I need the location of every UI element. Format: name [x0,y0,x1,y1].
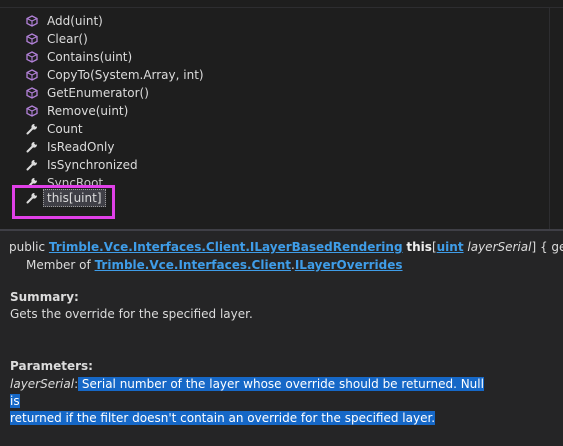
param-name: layerSerial [10,377,75,391]
list-item[interactable]: Remove(uint) [18,102,538,120]
window-top-edge [0,0,563,8]
list-item-label: CopyTo(System.Array, int) [47,68,204,82]
list-item[interactable]: GetEnumerator() [18,84,538,102]
quick-info-tooltip: public Trimble.Vce.Interfaces.Client.ILa… [0,231,563,446]
member-list-scrollbar[interactable] [549,8,563,230]
parameters-heading: Parameters: [10,359,93,373]
property-wrench-icon [26,141,38,153]
list-item-label: GetEnumerator() [47,86,149,100]
list-item-label: Contains(uint) [47,50,133,64]
signature-prefix: public [9,240,49,254]
list-item-label: Count [47,122,83,136]
method-cube-icon [26,105,38,117]
list-item-label: Clear() [47,32,88,46]
property-wrench-icon [28,177,38,185]
list-item[interactable]: IsSynchronized [18,156,538,174]
list-item-label: IsSynchronized [47,158,138,172]
summary-heading: Summary: [10,290,79,304]
list-item[interactable]: Contains(uint) [18,48,538,66]
list-item-selected[interactable]: this[uint] [18,189,538,207]
list-item[interactable]: Add(uint) [18,12,538,30]
param-line-1: layerSerial: Serial number of the layer … [10,376,490,410]
parameter-description: layerSerial: Serial number of the layer … [10,376,490,427]
property-wrench-icon [26,123,38,135]
method-cube-icon [26,69,38,81]
return-type-link[interactable]: Trimble.Vce.Interfaces.Client.ILayerBase… [49,240,403,254]
param-desc-selected-line1: Serial number of the layer whose overrid… [10,377,484,408]
property-wrench-icon [26,192,38,204]
namespace-link[interactable]: Trimble.Vce.Interfaces.Client [95,258,291,272]
param-type-link[interactable]: uint [437,240,464,254]
declaring-type-link[interactable]: ILayerOverrides [295,258,403,272]
list-item[interactable]: IsReadOnly [18,138,538,156]
list-item-label: this[uint] [43,189,106,207]
list-item-label: SyncRoot [47,176,104,185]
member-of-prefix: Member of [26,258,95,272]
method-cube-icon [26,33,38,45]
list-item[interactable]: Count [18,120,538,138]
method-cube-icon [26,15,38,27]
list-item[interactable]: Clear() [18,30,538,48]
member-name: this [406,240,432,254]
method-cube-icon [26,51,38,63]
property-wrench-icon [26,159,38,171]
completion-member-list: Add(uint) Clear() Contains(uint) CopyTo(… [18,12,538,207]
list-item-label: IsReadOnly [47,140,115,154]
summary-text: Gets the override for the specified laye… [10,307,253,321]
param-line-2: returned if the filter doesn't contain a… [10,410,490,427]
member-of-line: Member of Trimble.Vce.Interfaces.Client.… [26,257,403,273]
method-cube-icon [26,87,38,99]
signature-param-name: layerSerial [467,240,532,254]
param-desc-selected-line2: returned if the filter doesn't contain a… [10,411,436,425]
signature-suffix: ] { get; } [531,240,563,254]
list-item[interactable]: SyncRoot [18,174,538,185]
list-item-label: Remove(uint) [47,104,129,118]
member-signature: public Trimble.Vce.Interfaces.Client.ILa… [9,239,563,255]
list-item[interactable]: CopyTo(System.Array, int) [18,66,538,84]
list-item-label: Add(uint) [47,14,103,28]
